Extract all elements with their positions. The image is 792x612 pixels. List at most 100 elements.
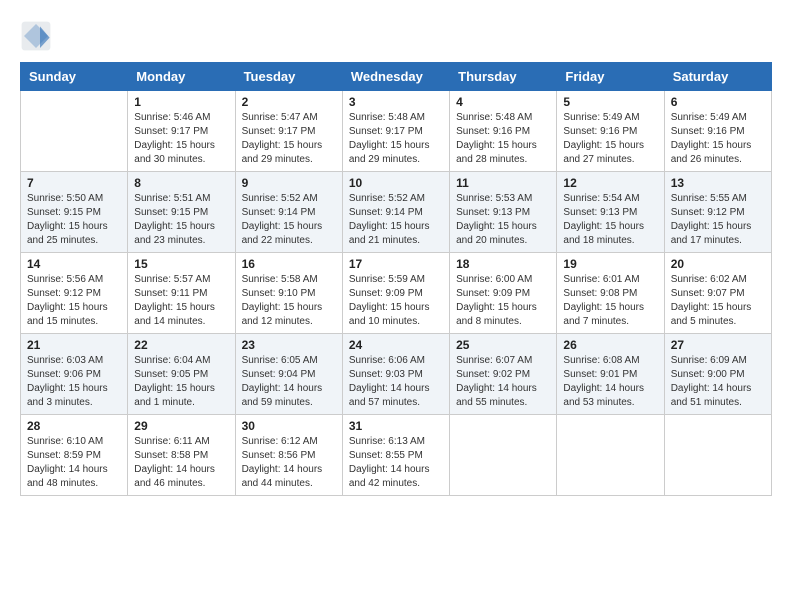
- calendar-day-cell: 1 Sunrise: 5:46 AMSunset: 9:17 PMDaylight…: [128, 91, 235, 172]
- weekday-header-cell: Saturday: [664, 63, 771, 91]
- calendar-day-cell: 6 Sunrise: 5:49 AMSunset: 9:16 PMDaylight…: [664, 91, 771, 172]
- day-info: Sunrise: 6:02 AMSunset: 9:07 PMDaylight:…: [671, 273, 765, 329]
- calendar-day-cell: 9Sunrise: 5:52 AMSunset: 9:14 PMDaylight…: [235, 172, 342, 253]
- day-number: 7: [27, 176, 121, 190]
- day-info: Sunrise: 6:08 AMSunset: 9:01 PMDaylight:…: [563, 354, 657, 410]
- calendar-day-cell: 25Sunrise: 6:07 AMSunset: 9:02 PMDayligh…: [450, 334, 557, 415]
- calendar-day-cell: 29Sunrise: 6:11 AMSunset: 8:58 PMDayligh…: [128, 415, 235, 496]
- calendar-day-cell: 16 Sunrise: 5:58 AMSunset: 9:10 PMDayligh…: [235, 253, 342, 334]
- day-info: Sunrise: 6:12 AMSunset: 8:56 PMDaylight:…: [242, 435, 336, 491]
- weekday-header-cell: Friday: [557, 63, 664, 91]
- page-header: [20, 20, 772, 52]
- calendar-day-cell: 11 Sunrise: 5:53 AMSunset: 9:13 PMDayligh…: [450, 172, 557, 253]
- calendar-day-cell: 21 Sunrise: 6:03 AMSunset: 9:06 PMDayligh…: [21, 334, 128, 415]
- calendar-day-cell: 10 Sunrise: 5:52 AMSunset: 9:14 PMDayligh…: [342, 172, 449, 253]
- day-number: 10: [349, 176, 443, 190]
- calendar-day-cell: 18 Sunrise: 6:00 AMSunset: 9:09 PMDayligh…: [450, 253, 557, 334]
- calendar-day-cell: [557, 415, 664, 496]
- day-number: 27: [671, 338, 765, 352]
- day-info: Sunrise: 5:48 AMSunset: 9:17 PMDaylight:…: [349, 111, 443, 167]
- calendar-body: 1 Sunrise: 5:46 AMSunset: 9:17 PMDaylight…: [21, 91, 772, 496]
- day-number: 8: [134, 176, 228, 190]
- day-number: 30: [242, 419, 336, 433]
- day-number: 18: [456, 257, 550, 271]
- weekday-header-cell: Wednesday: [342, 63, 449, 91]
- calendar-day-cell: [450, 415, 557, 496]
- weekday-header-cell: Thursday: [450, 63, 557, 91]
- calendar-table: SundayMondayTuesdayWednesdayThursdayFrid…: [20, 62, 772, 496]
- day-info: Sunrise: 6:06 AMSunset: 9:03 PMDaylight:…: [349, 354, 443, 410]
- day-number: 12: [563, 176, 657, 190]
- day-info: Sunrise: 5:47 AMSunset: 9:17 PMDaylight:…: [242, 111, 336, 167]
- day-info: Sunrise: 6:01 AMSunset: 9:08 PMDaylight:…: [563, 273, 657, 329]
- calendar-day-cell: 28 Sunrise: 6:10 AMSunset: 8:59 PMDayligh…: [21, 415, 128, 496]
- day-number: 6: [671, 95, 765, 109]
- calendar-week-row: 1 Sunrise: 5:46 AMSunset: 9:17 PMDaylight…: [21, 91, 772, 172]
- weekday-header-cell: Sunday: [21, 63, 128, 91]
- day-info: Sunrise: 6:11 AMSunset: 8:58 PMDaylight:…: [134, 435, 228, 491]
- day-info: Sunrise: 6:04 AMSunset: 9:05 PMDaylight:…: [134, 354, 228, 410]
- calendar-day-cell: 27Sunrise: 6:09 AMSunset: 9:00 PMDayligh…: [664, 334, 771, 415]
- weekday-header-cell: Tuesday: [235, 63, 342, 91]
- calendar-day-cell: 5 Sunrise: 5:49 AMSunset: 9:16 PMDaylight…: [557, 91, 664, 172]
- day-info: Sunrise: 5:53 AMSunset: 9:13 PMDaylight:…: [456, 192, 550, 248]
- calendar-day-cell: 13Sunrise: 5:55 AMSunset: 9:12 PMDayligh…: [664, 172, 771, 253]
- day-info: Sunrise: 6:05 AMSunset: 9:04 PMDaylight:…: [242, 354, 336, 410]
- calendar-day-cell: 12Sunrise: 5:54 AMSunset: 9:13 PMDayligh…: [557, 172, 664, 253]
- day-info: Sunrise: 5:49 AMSunset: 9:16 PMDaylight:…: [563, 111, 657, 167]
- day-number: 31: [349, 419, 443, 433]
- day-info: Sunrise: 5:59 AMSunset: 9:09 PMDaylight:…: [349, 273, 443, 329]
- day-number: 28: [27, 419, 121, 433]
- day-number: 26: [563, 338, 657, 352]
- day-info: Sunrise: 6:07 AMSunset: 9:02 PMDaylight:…: [456, 354, 550, 410]
- calendar-header: SundayMondayTuesdayWednesdayThursdayFrid…: [21, 63, 772, 91]
- day-info: Sunrise: 6:03 AMSunset: 9:06 PMDaylight:…: [27, 354, 121, 410]
- day-info: Sunrise: 5:52 AMSunset: 9:14 PMDaylight:…: [349, 192, 443, 248]
- day-info: Sunrise: 5:48 AMSunset: 9:16 PMDaylight:…: [456, 111, 550, 167]
- day-info: Sunrise: 5:49 AMSunset: 9:16 PMDaylight:…: [671, 111, 765, 167]
- day-info: Sunrise: 5:51 AMSunset: 9:15 PMDaylight:…: [134, 192, 228, 248]
- calendar-day-cell: 19 Sunrise: 6:01 AMSunset: 9:08 PMDayligh…: [557, 253, 664, 334]
- day-info: Sunrise: 5:46 AMSunset: 9:17 PMDaylight:…: [134, 111, 228, 167]
- calendar-week-row: 14Sunrise: 5:56 AMSunset: 9:12 PMDayligh…: [21, 253, 772, 334]
- day-number: 16: [242, 257, 336, 271]
- day-info: Sunrise: 5:57 AMSunset: 9:11 PMDaylight:…: [134, 273, 228, 329]
- day-info: Sunrise: 6:10 AMSunset: 8:59 PMDaylight:…: [27, 435, 121, 491]
- calendar-day-cell: 15Sunrise: 5:57 AMSunset: 9:11 PMDayligh…: [128, 253, 235, 334]
- calendar-day-cell: 2 Sunrise: 5:47 AMSunset: 9:17 PMDaylight…: [235, 91, 342, 172]
- day-number: 11: [456, 176, 550, 190]
- calendar-day-cell: 23 Sunrise: 6:05 AMSunset: 9:04 PMDayligh…: [235, 334, 342, 415]
- calendar-day-cell: 31Sunrise: 6:13 AMSunset: 8:55 PMDayligh…: [342, 415, 449, 496]
- weekday-header-row: SundayMondayTuesdayWednesdayThursdayFrid…: [21, 63, 772, 91]
- day-number: 5: [563, 95, 657, 109]
- day-number: 2: [242, 95, 336, 109]
- calendar-day-cell: [21, 91, 128, 172]
- day-number: 9: [242, 176, 336, 190]
- weekday-header-cell: Monday: [128, 63, 235, 91]
- calendar-day-cell: 17Sunrise: 5:59 AMSunset: 9:09 PMDayligh…: [342, 253, 449, 334]
- day-number: 24: [349, 338, 443, 352]
- day-number: 22: [134, 338, 228, 352]
- calendar-day-cell: 22 Sunrise: 6:04 AMSunset: 9:05 PMDayligh…: [128, 334, 235, 415]
- day-number: 4: [456, 95, 550, 109]
- calendar-day-cell: 4 Sunrise: 5:48 AMSunset: 9:16 PMDaylight…: [450, 91, 557, 172]
- calendar-day-cell: [664, 415, 771, 496]
- calendar-day-cell: 7Sunrise: 5:50 AMSunset: 9:15 PMDaylight…: [21, 172, 128, 253]
- calendar-day-cell: 14Sunrise: 5:56 AMSunset: 9:12 PMDayligh…: [21, 253, 128, 334]
- day-number: 20: [671, 257, 765, 271]
- day-info: Sunrise: 6:00 AMSunset: 9:09 PMDaylight:…: [456, 273, 550, 329]
- day-number: 23: [242, 338, 336, 352]
- day-number: 1: [134, 95, 228, 109]
- calendar-week-row: 21 Sunrise: 6:03 AMSunset: 9:06 PMDayligh…: [21, 334, 772, 415]
- calendar-day-cell: 26 Sunrise: 6:08 AMSunset: 9:01 PMDayligh…: [557, 334, 664, 415]
- calendar-day-cell: 30 Sunrise: 6:12 AMSunset: 8:56 PMDayligh…: [235, 415, 342, 496]
- day-number: 21: [27, 338, 121, 352]
- day-number: 19: [563, 257, 657, 271]
- day-number: 14: [27, 257, 121, 271]
- day-number: 3: [349, 95, 443, 109]
- day-info: Sunrise: 5:58 AMSunset: 9:10 PMDaylight:…: [242, 273, 336, 329]
- calendar-day-cell: 3 Sunrise: 5:48 AMSunset: 9:17 PMDaylight…: [342, 91, 449, 172]
- calendar-day-cell: 8 Sunrise: 5:51 AMSunset: 9:15 PMDaylight…: [128, 172, 235, 253]
- calendar-day-cell: 20 Sunrise: 6:02 AMSunset: 9:07 PMDayligh…: [664, 253, 771, 334]
- calendar-week-row: 7Sunrise: 5:50 AMSunset: 9:15 PMDaylight…: [21, 172, 772, 253]
